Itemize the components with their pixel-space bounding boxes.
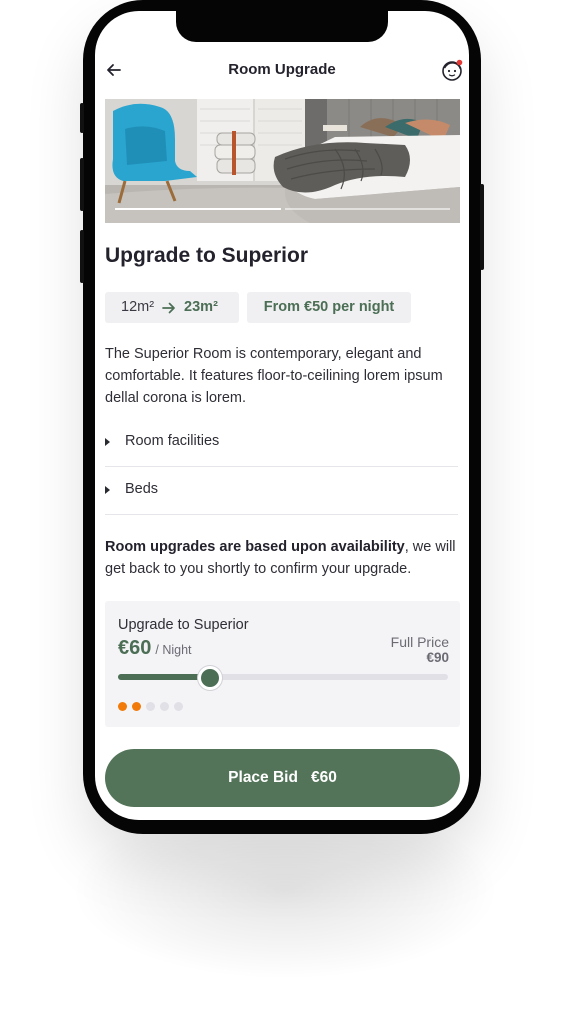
- page-title: Room Upgrade: [228, 61, 336, 78]
- avatar[interactable]: [440, 58, 464, 82]
- arrow-right-icon: [162, 302, 175, 313]
- bid-level-dots: [118, 702, 183, 711]
- silent-switch: [80, 103, 84, 133]
- upgrade-title: Upgrade to Superior: [105, 244, 309, 267]
- notch: [176, 11, 388, 42]
- accordion-beds[interactable]: Beds: [105, 467, 458, 515]
- availability-notice: Room upgrades are based upon availabilit…: [105, 536, 465, 580]
- place-bid-button[interactable]: Place Bid €60: [105, 749, 460, 807]
- carousel-indicator[interactable]: [284, 208, 450, 210]
- size-to: 23m²: [184, 299, 218, 315]
- bid-card: Upgrade to Superior €60/ Night Full Pric…: [105, 601, 460, 727]
- bid-level-dot: [132, 702, 141, 711]
- volume-up-button: [80, 158, 84, 211]
- user-face-icon: [442, 59, 463, 81]
- bid-price: €60/ Night: [118, 637, 192, 660]
- bid-level-dot: [160, 702, 169, 711]
- carousel-indicators: [115, 208, 450, 210]
- room-size-chip: 12m² 23m²: [105, 292, 239, 323]
- accordion-label: Room facilities: [125, 433, 220, 449]
- bid-amount: €60: [118, 637, 152, 659]
- bid-level-dot: [146, 702, 155, 711]
- phone-screen: Room Upgrade Upgrade to Superior 12m² 23…: [95, 11, 469, 820]
- accordion-label: Beds: [125, 481, 159, 497]
- place-bid-amount: €60: [310, 769, 337, 786]
- place-bid-label: Place Bid: [228, 769, 298, 786]
- app-header: Room Upgrade: [95, 54, 469, 88]
- bid-label: Upgrade to Superior: [118, 617, 249, 633]
- notification-badge: [456, 59, 463, 66]
- room-photo: [105, 99, 460, 223]
- room-photo-carousel[interactable]: [105, 99, 460, 223]
- room-description: The Superior Room is contemporary, elega…: [105, 346, 443, 406]
- bid-unit: / Night: [155, 643, 192, 657]
- bid-slider-track[interactable]: [118, 666, 448, 690]
- caret-right-icon: [105, 486, 110, 494]
- price-chip: From €50 per night: [247, 292, 411, 323]
- carousel-indicator[interactable]: [115, 208, 281, 210]
- full-price-label: Full Price: [390, 634, 449, 650]
- accordion-room-facilities[interactable]: Room facilities: [105, 419, 458, 467]
- bid-slider-thumb[interactable]: [198, 666, 223, 690]
- notice-bold: Room upgrades are based upon availabilit…: [105, 539, 405, 555]
- power-button: [480, 184, 484, 270]
- caret-right-icon: [105, 438, 110, 446]
- volume-down-button: [80, 230, 84, 283]
- size-from: 12m²: [121, 299, 155, 315]
- full-price-value: €90: [426, 650, 449, 665]
- bid-level-dot: [118, 702, 127, 711]
- bid-level-dot: [174, 702, 183, 711]
- bid-slider-fill: [118, 674, 211, 680]
